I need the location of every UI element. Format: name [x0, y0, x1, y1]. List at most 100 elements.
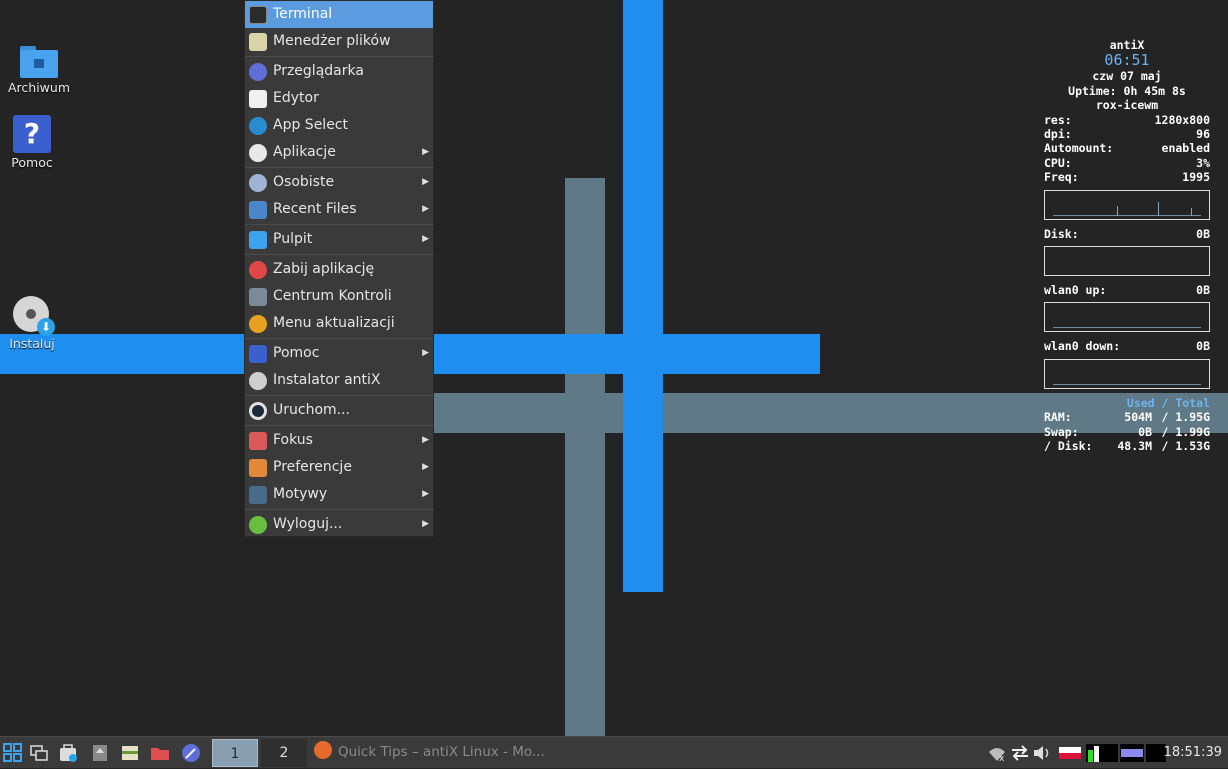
apps-grid-icon	[249, 144, 267, 162]
start-menu: Terminal Menedżer plików Przeglądarka Ed…	[244, 0, 434, 537]
menu-item-control-centre[interactable]: Centrum Kontroli	[245, 283, 433, 310]
kill-icon	[249, 261, 267, 279]
wifi-icon[interactable]: x	[988, 744, 1006, 764]
wlan-down-graph	[1044, 358, 1210, 389]
menu-item-label: App Select	[273, 117, 348, 133]
desktop-icon-instaluj[interactable]: ⬇ Instaluj	[0, 296, 71, 351]
menu-item-label: Motywy	[273, 486, 328, 502]
file-manager-icon[interactable]	[120, 743, 140, 763]
menu-item-label: Osobiste	[273, 174, 335, 190]
menu-item-label: Aplikacje	[273, 144, 336, 160]
conky-stat-row: dpi: 96	[1044, 127, 1210, 142]
memory-monitor-icon	[1120, 744, 1144, 762]
menu-item-label: Pulpit	[273, 231, 313, 247]
installer-launcher-icon[interactable]	[58, 743, 78, 763]
menu-item-desktop[interactable]: Pulpit ▶	[245, 226, 433, 253]
menu-item-preferences[interactable]: Preferencje ▶	[245, 454, 433, 481]
folder-icon[interactable]	[150, 743, 170, 763]
menu-item-update-menu[interactable]: Menu aktualizacji	[245, 310, 433, 337]
menu-item-label: Uruchom...	[273, 402, 350, 418]
conky-ram-row: RAM: 504M/ 1.95G	[1044, 410, 1210, 425]
submenu-arrow-icon: ▶	[422, 462, 429, 472]
menu-item-browser[interactable]: Przeglądarka	[245, 58, 433, 85]
svg-text:x: x	[999, 754, 1005, 762]
menu-item-applications[interactable]: Aplikacje ▶	[245, 139, 433, 166]
update-icon	[249, 315, 267, 333]
start-menu-icon[interactable]	[3, 743, 23, 763]
menu-item-terminal[interactable]: Terminal	[245, 1, 433, 28]
network-arrows-icon[interactable]	[1010, 744, 1030, 762]
desktop-icon-archiwum[interactable]: Archiwum	[0, 46, 78, 95]
taskbar-clock[interactable]: 18:51:39	[1164, 737, 1222, 768]
desktop-icon-pomoc[interactable]: ? Pomoc	[0, 115, 71, 170]
disk-graph	[1044, 246, 1210, 277]
menu-item-label: Wyloguj...	[273, 516, 343, 532]
window-list-icon[interactable]	[29, 743, 49, 763]
submenu-arrow-icon: ▶	[422, 147, 429, 157]
menu-item-installer[interactable]: Instalator antiX	[245, 367, 433, 394]
submenu-arrow-icon: ▶	[422, 489, 429, 499]
submenu-arrow-icon: ▶	[422, 435, 429, 445]
submenu-arrow-icon: ▶	[422, 204, 429, 214]
menu-item-recent-files[interactable]: Recent Files ▶	[245, 196, 433, 223]
conky-time: 06:51	[1104, 51, 1150, 70]
workspace-1-button[interactable]: 1	[212, 739, 258, 767]
submenu-arrow-icon: ▶	[422, 177, 429, 187]
browser-icon[interactable]	[181, 743, 201, 763]
cpu-monitor-icon	[1086, 744, 1118, 762]
taskbar-window-button[interactable]: Quick Tips – antiX Linux - Mo...	[314, 737, 545, 769]
menu-item-run[interactable]: Uruchom...	[245, 397, 433, 424]
submenu-arrow-icon: ▶	[422, 234, 429, 244]
help-icon: ?	[13, 115, 51, 153]
menu-item-kill-app[interactable]: Zabij aplikację	[245, 256, 433, 283]
conky-wlan-up-row: wlan0 up: 0B	[1044, 283, 1210, 298]
menu-item-label: Menedżer plików	[273, 33, 391, 49]
conky-swap-row: Swap: 0B/ 1.99G	[1044, 424, 1210, 439]
menu-item-themes[interactable]: Motywy ▶	[245, 481, 433, 508]
menu-item-label: Terminal	[273, 6, 333, 22]
menu-item-editor[interactable]: Edytor	[245, 85, 433, 112]
file-manager-icon	[249, 33, 267, 51]
submenu-arrow-icon: ▶	[422, 348, 429, 358]
volume-icon[interactable]	[1032, 744, 1052, 762]
cpu-graph	[1044, 189, 1210, 220]
taskbar: 1 2 Quick Tips – antiX Linux - Mo... x 1…	[0, 736, 1228, 768]
menu-item-label: Edytor	[273, 90, 319, 106]
menu-separator	[245, 425, 433, 426]
workspace-2-button[interactable]: 2	[261, 739, 307, 767]
help-icon	[249, 345, 267, 363]
conky-used-total-header: Used / Total	[1126, 395, 1210, 410]
conky-date: czw 07 maj	[1092, 69, 1162, 84]
focus-icon	[249, 432, 267, 450]
menu-item-label: Zabij aplikację	[273, 261, 375, 277]
menu-item-label: Centrum Kontroli	[273, 288, 392, 304]
browser-icon	[249, 63, 267, 81]
menu-item-label: Fokus	[273, 432, 313, 448]
keyboard-layout-flag-icon[interactable]	[1058, 744, 1082, 762]
desktop-icon-label: Pomoc	[11, 155, 53, 170]
package-installer-icon[interactable]	[90, 743, 110, 763]
firefox-icon	[314, 741, 332, 759]
app-select-icon	[249, 117, 267, 135]
menu-separator	[245, 224, 433, 225]
themes-icon	[249, 486, 267, 504]
taskbar-window-title: Quick Tips – antiX Linux - Mo...	[338, 744, 545, 760]
conky-stat-row: res: 1280x800	[1044, 112, 1210, 127]
menu-item-file-manager[interactable]: Menedżer plików	[245, 28, 433, 55]
conky-disk-row: Disk: 0B	[1044, 226, 1210, 241]
menu-separator	[245, 167, 433, 168]
terminal-icon	[249, 6, 267, 24]
menu-separator	[245, 56, 433, 57]
menu-item-app-select[interactable]: App Select	[245, 112, 433, 139]
desktop-icon-label: Archiwum	[7, 80, 70, 95]
installer-icon	[249, 372, 267, 390]
menu-item-focus[interactable]: Fokus ▶	[245, 427, 433, 454]
wlan-up-graph	[1044, 302, 1210, 333]
conky-wlan-down-row: wlan0 down: 0B	[1044, 339, 1210, 354]
menu-item-help[interactable]: Pomoc ▶	[245, 340, 433, 367]
conky-wm: rox-icewm	[1095, 98, 1159, 113]
menu-item-logout[interactable]: Wyloguj... ▶	[245, 511, 433, 538]
menu-separator	[245, 395, 433, 396]
installer-disc-icon: ⬇	[13, 296, 55, 336]
menu-item-personal[interactable]: Osobiste ▶	[245, 169, 433, 196]
